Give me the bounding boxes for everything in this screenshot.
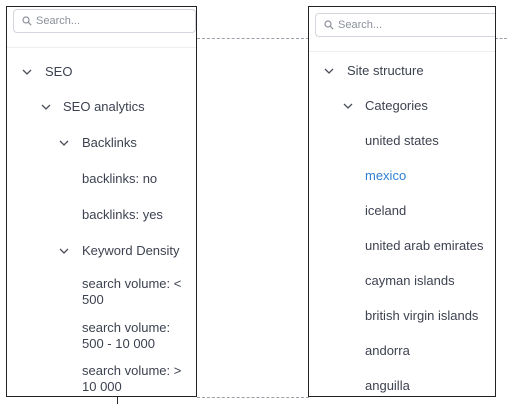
chevron-down-icon[interactable] [40,99,52,115]
search-input[interactable]: Search... [315,13,495,37]
divider [309,51,495,52]
tree-node-label: Categories [365,98,428,113]
tree-panel-seo: Search... SEO SEO analytics Backlinks ba… [6,6,197,397]
search-placeholder: Search... [338,19,383,31]
tree-panel-site-structure: Search... Site structure Categories unit… [308,6,496,397]
tree-leaf-label: backlinks: no [82,171,158,186]
tree-node-label: SEO [45,64,73,79]
tree-node-label: Site structure [347,63,424,78]
connector-line-bottom [197,397,309,398]
tree-leaf-label: united states [365,133,439,148]
chevron-down-icon[interactable] [58,135,70,151]
canvas: Search... SEO SEO analytics Backlinks ba… [0,0,507,404]
tree-leaf-label: british virgin islands [365,308,479,323]
tree-leaf-label: search volume: 500 - 10 000 [82,320,171,351]
tree-leaf-label: search volume: < 500 [82,276,182,307]
tree-node-label: Backlinks [82,135,137,150]
search-input[interactable]: Search... [13,9,196,33]
chevron-down-icon[interactable] [21,64,33,80]
connector-line-top [197,38,309,39]
tree-leaf-label: search volume: > 10 000 [82,363,182,394]
divider [7,47,196,48]
tree-leaf-label: iceland [365,203,407,218]
search-icon [324,20,334,30]
search-icon [22,16,32,26]
connector-line-top-right [495,38,507,39]
chevron-down-icon[interactable] [323,63,335,79]
tree-leaf-label: united arab emirates [365,238,484,253]
tick-mark [117,396,118,404]
tree-leaf-label: anguilla [365,378,410,393]
tree-node-label: Keyword Density [82,243,180,258]
tree-leaf-label: backlinks: yes [82,207,163,222]
tree-node-label: SEO analytics [63,99,145,114]
chevron-down-icon[interactable] [342,98,354,114]
tree-leaf-label: cayman islands [365,273,455,288]
tree-leaf-label-selected: mexico [365,168,407,183]
tree-leaf-label: andorra [365,343,410,358]
chevron-down-icon[interactable] [58,243,70,259]
search-placeholder: Search... [36,15,81,27]
